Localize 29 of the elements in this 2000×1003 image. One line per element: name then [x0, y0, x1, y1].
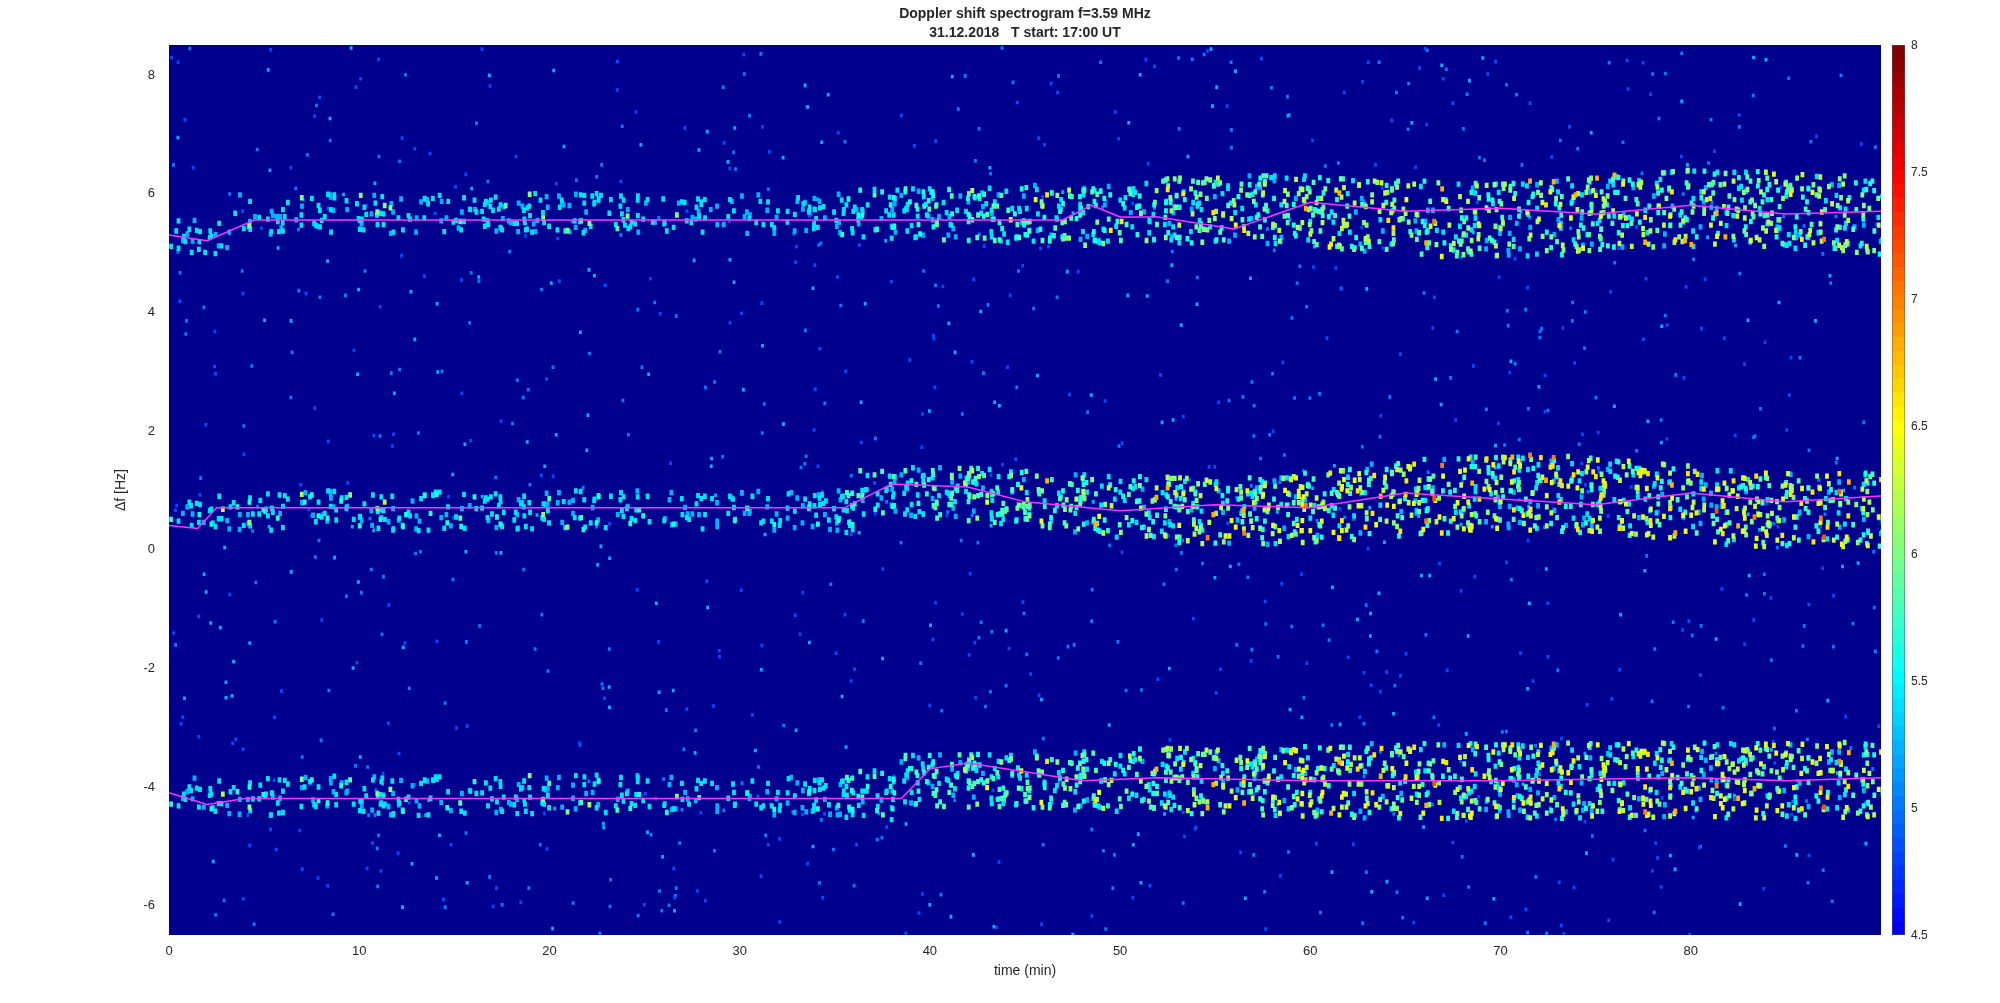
colorbar-tick-label: 8	[1911, 38, 1918, 52]
y-tick-label: -4	[143, 778, 155, 795]
x-tick-label: 30	[732, 943, 747, 959]
y-tick-label: 2	[147, 422, 155, 439]
y-tick-label: -2	[143, 660, 155, 676]
chart-title: 31.12.2018 T start: 17:00 UT	[929, 23, 1121, 42]
colorbar-tick-label: 7.5	[1911, 165, 1928, 180]
colorbar-tick-label: 4.5	[1911, 928, 1928, 942]
x-tick-label: 50	[1112, 943, 1128, 959]
x-tick-label: 60	[1303, 943, 1318, 959]
colorbar-tick-label: 6	[1911, 546, 1918, 561]
colorbar-tick-label: 5.5	[1911, 673, 1928, 688]
y-tick-label: 6	[147, 185, 155, 202]
x-tick-label: 10	[352, 943, 367, 959]
y-axis-label: Δf [Hz]	[111, 468, 129, 513]
colorbar-tick-label: 5	[1911, 800, 1918, 815]
y-tick-label: 4	[147, 304, 155, 320]
y-tick-label: -6	[143, 897, 155, 914]
x-tick-label: 70	[1493, 943, 1508, 959]
x-tick-label: 0	[165, 943, 173, 959]
x-tick-label: 80	[1683, 943, 1698, 959]
x-tick-label: 20	[542, 943, 557, 959]
x-axis-label: time (min)	[993, 961, 1057, 980]
colorbar-tick-label: 7	[1911, 292, 1918, 307]
y-tick-label: 0	[147, 541, 155, 558]
colorbar-tick-label: 6.5	[1911, 419, 1928, 434]
x-tick-label: 40	[922, 943, 938, 959]
y-tick-label: 8	[147, 66, 155, 83]
chart-title: Doppler shift spectrogram f=3.59 MHz	[899, 4, 1151, 23]
